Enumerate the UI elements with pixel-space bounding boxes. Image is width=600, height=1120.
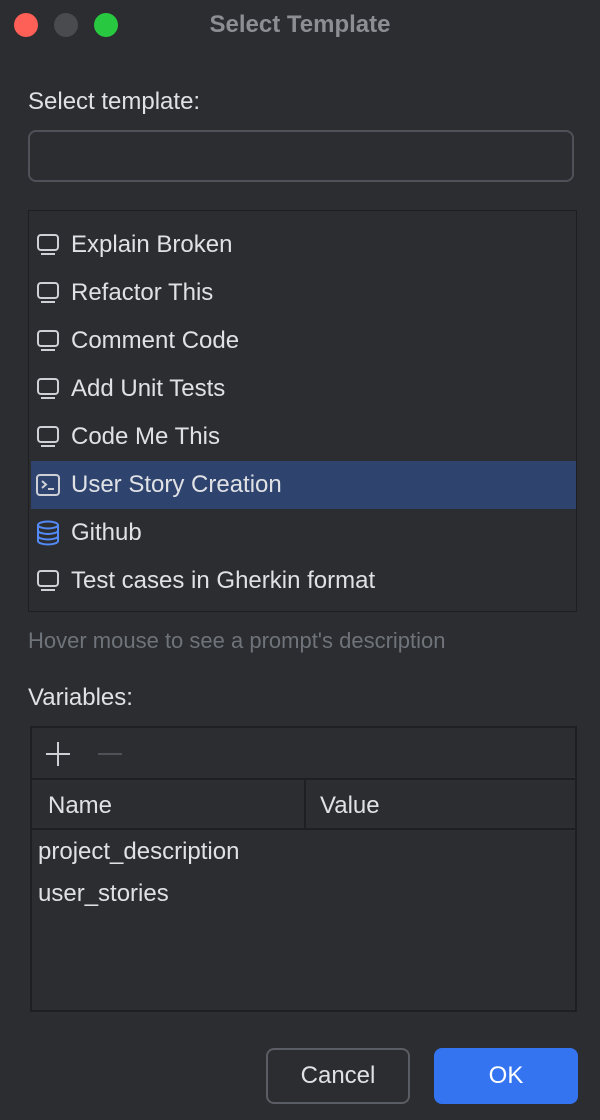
- template-item-refactor-this[interactable]: Refactor This: [31, 269, 576, 317]
- template-item-add-unit-tests[interactable]: Add Unit Tests: [31, 365, 576, 413]
- title-bar: Select Template: [0, 0, 600, 52]
- template-item-user-story-creation[interactable]: User Story Creation: [31, 461, 576, 509]
- monitor-icon: [35, 376, 61, 402]
- variables-table: Name Value project_description user_stor…: [30, 726, 577, 1012]
- variable-name-cell[interactable]: project_description: [38, 838, 239, 866]
- plus-icon: [46, 742, 70, 766]
- variables-toolbar: [32, 728, 575, 780]
- template-list: Explain Broken Refactor This Comment Cod…: [28, 210, 577, 612]
- monitor-icon: [35, 328, 61, 354]
- template-item-explain-broken[interactable]: Explain Broken: [31, 221, 576, 269]
- template-search-input[interactable]: [28, 130, 574, 182]
- variable-name-cell[interactable]: user_stories: [38, 880, 169, 908]
- select-template-label: Select template:: [28, 88, 201, 115]
- template-item-test-cases-gherkin[interactable]: Test cases in Gherkin format: [31, 557, 576, 605]
- column-header-name[interactable]: Name: [48, 792, 112, 820]
- template-item-label: Test cases in Gherkin format: [71, 567, 376, 594]
- monitor-icon: [35, 232, 61, 258]
- monitor-icon: [35, 280, 61, 306]
- template-item-label: Refactor This: [71, 279, 214, 306]
- template-item-label: Comment Code: [71, 327, 240, 354]
- database-icon: [35, 520, 61, 546]
- monitor-icon: [35, 568, 61, 594]
- variables-label: Variables:: [28, 684, 133, 711]
- column-header-value[interactable]: Value: [320, 792, 380, 820]
- table-row[interactable]: project_description: [32, 830, 575, 872]
- monitor-icon: [35, 424, 61, 450]
- terminal-icon: [35, 472, 61, 498]
- template-item-label: Github: [71, 519, 142, 546]
- template-item-label: Code Me This: [71, 423, 220, 450]
- remove-variable-button[interactable]: [92, 736, 128, 772]
- description-hint: Hover mouse to see a prompt's descriptio…: [28, 628, 446, 653]
- add-variable-button[interactable]: [40, 736, 76, 772]
- template-item-label: User Story Creation: [71, 471, 282, 498]
- template-item-label: Explain Broken: [71, 231, 233, 258]
- template-item-code-me-this[interactable]: Code Me This: [31, 413, 576, 461]
- template-item-label: Add Unit Tests: [71, 375, 226, 402]
- table-row[interactable]: user_stories: [32, 872, 575, 914]
- cancel-button[interactable]: Cancel: [266, 1048, 410, 1104]
- template-item-comment-code[interactable]: Comment Code: [31, 317, 576, 365]
- column-divider[interactable]: [304, 780, 306, 828]
- window-title: Select Template: [209, 11, 391, 38]
- ok-button[interactable]: OK: [434, 1048, 578, 1104]
- minus-icon: [98, 753, 122, 755]
- variables-header: Name Value: [32, 780, 575, 830]
- template-item-github[interactable]: Github: [31, 509, 576, 557]
